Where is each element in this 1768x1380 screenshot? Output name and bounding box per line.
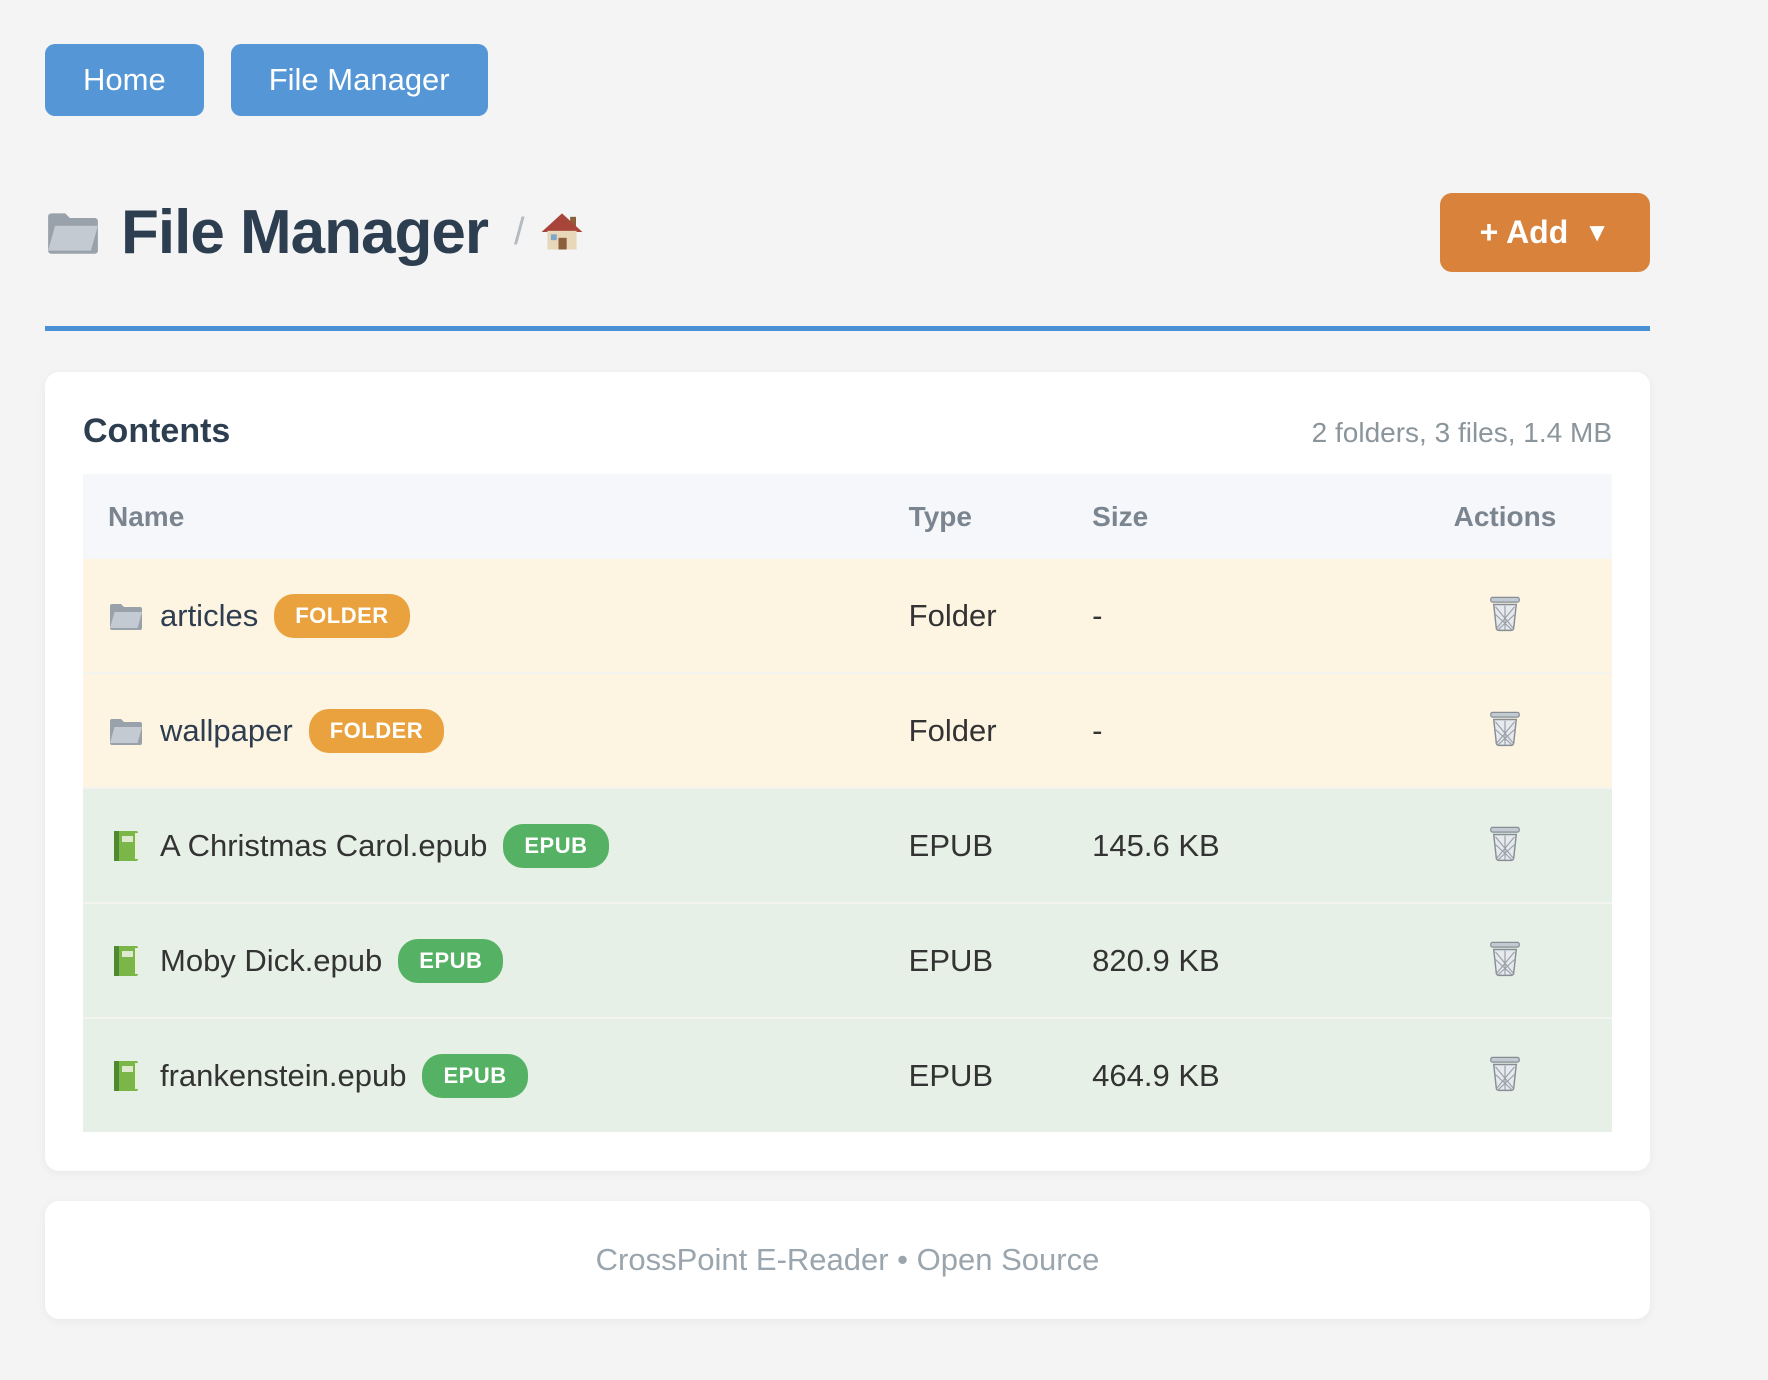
type-badge: EPUB — [503, 824, 608, 868]
table-row: articles FOLDER Folder - — [83, 559, 1612, 673]
table-header-row: Name Type Size Actions — [83, 474, 1612, 559]
table-row: frankenstein.epub EPUB EPUB 464.9 KB — [83, 1018, 1612, 1132]
trash-icon — [1488, 710, 1522, 748]
size-cell: 464.9 KB — [1092, 1018, 1398, 1132]
title-group: File Manager / — [45, 197, 583, 268]
breadcrumb-separator: / — [514, 211, 525, 254]
file-name-link[interactable]: Moby Dick.epub — [160, 943, 382, 979]
file-name-link[interactable]: A Christmas Carol.epub — [160, 828, 487, 864]
add-button-label: + Add — [1480, 214, 1569, 251]
trash-icon — [1488, 940, 1522, 978]
type-badge: FOLDER — [309, 709, 444, 753]
delete-button[interactable] — [1484, 591, 1526, 637]
type-badge: EPUB — [422, 1054, 527, 1098]
contents-card-header: Contents 2 folders, 3 files, 1.4 MB — [83, 412, 1612, 452]
contents-heading: Contents — [83, 412, 230, 451]
type-cell: EPUB — [909, 1018, 1092, 1132]
column-header-name: Name — [83, 474, 909, 559]
folder-icon — [45, 208, 101, 256]
page: Home File Manager File Manager / + Add ▼… — [45, 0, 1650, 1319]
file-name-link[interactable]: articles — [160, 598, 258, 634]
type-badge: FOLDER — [274, 594, 409, 638]
delete-button[interactable] — [1484, 706, 1526, 752]
column-header-actions: Actions — [1398, 474, 1612, 559]
page-header: File Manager / + Add ▼ — [45, 186, 1650, 278]
column-header-type: Type — [909, 474, 1092, 559]
file-name-link[interactable]: wallpaper — [160, 713, 293, 749]
type-badge: EPUB — [398, 939, 503, 983]
name-cell: wallpaper FOLDER — [83, 673, 909, 788]
size-cell: - — [1092, 559, 1398, 673]
size-cell: 145.6 KB — [1092, 788, 1398, 903]
delete-button[interactable] — [1484, 936, 1526, 982]
contents-card: Contents 2 folders, 3 files, 1.4 MB Name… — [45, 372, 1650, 1171]
file-table: Name Type Size Actions articles FOLDER F… — [83, 474, 1612, 1132]
title-underline — [45, 326, 1650, 331]
trash-icon — [1488, 825, 1522, 863]
table-row: A Christmas Carol.epub EPUB EPUB 145.6 K… — [83, 788, 1612, 903]
trash-icon — [1488, 595, 1522, 633]
footer-text: CrossPoint E-Reader • Open Source — [596, 1242, 1100, 1278]
top-nav: Home File Manager — [45, 0, 1650, 116]
contents-summary: 2 folders, 3 files, 1.4 MB — [1312, 417, 1612, 449]
type-cell: Folder — [909, 673, 1092, 788]
name-cell: articles FOLDER — [83, 559, 909, 673]
nav-file-manager-button[interactable]: File Manager — [231, 44, 488, 116]
name-cell: Moby Dick.epub EPUB — [83, 903, 909, 1018]
size-cell: - — [1092, 673, 1398, 788]
home-icon[interactable] — [541, 212, 583, 252]
chevron-down-icon: ▼ — [1584, 217, 1610, 248]
table-row: Moby Dick.epub EPUB EPUB 820.9 KB — [83, 903, 1612, 1018]
page-title: File Manager — [121, 197, 488, 268]
nav-home-button[interactable]: Home — [45, 44, 204, 116]
delete-button[interactable] — [1484, 821, 1526, 867]
folder-icon — [108, 714, 144, 748]
delete-button[interactable] — [1484, 1051, 1526, 1097]
book-icon — [108, 944, 144, 978]
name-cell: A Christmas Carol.epub EPUB — [83, 788, 909, 903]
column-header-size: Size — [1092, 474, 1398, 559]
book-icon — [108, 1059, 144, 1093]
book-icon — [108, 829, 144, 863]
folder-icon — [108, 599, 144, 633]
add-button[interactable]: + Add ▼ — [1440, 193, 1650, 272]
type-cell: EPUB — [909, 903, 1092, 1018]
size-cell: 820.9 KB — [1092, 903, 1398, 1018]
type-cell: EPUB — [909, 788, 1092, 903]
trash-icon — [1488, 1055, 1522, 1093]
file-name-link[interactable]: frankenstein.epub — [160, 1058, 406, 1094]
type-cell: Folder — [909, 559, 1092, 673]
table-row: wallpaper FOLDER Folder - — [83, 673, 1612, 788]
footer-card: CrossPoint E-Reader • Open Source — [45, 1201, 1650, 1319]
name-cell: frankenstein.epub EPUB — [83, 1018, 909, 1132]
